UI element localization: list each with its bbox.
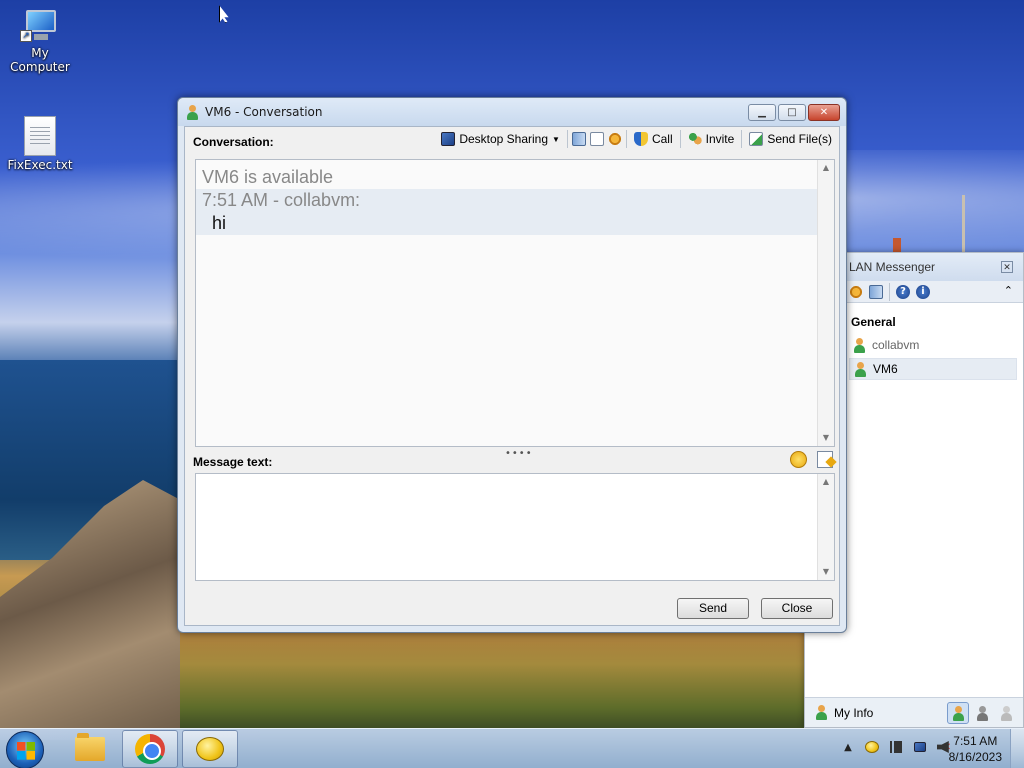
emoticon-smile-icon[interactable] — [790, 451, 807, 468]
show-hidden-icons-chevron-icon[interactable]: ▲ — [840, 739, 856, 755]
message-text-label: Message text: — [193, 455, 273, 469]
status-offline-icon — [1000, 705, 1013, 721]
taskbar: ▲ ✕ 7:51 AM 8/16/2023 — [0, 728, 1024, 768]
conversation-toolbar: Desktop Sharing ▼ Call Invite Send File(… — [438, 130, 835, 148]
close-window-button[interactable]: ✕ — [808, 104, 840, 121]
desktop-icon-label: My Computer — [10, 46, 70, 74]
message-scrollbar[interactable]: ▲ ▼ — [817, 474, 834, 580]
minimize-button[interactable]: ▁ — [748, 104, 776, 121]
conversation-history[interactable]: VM6 is available 7:51 AM - collabvm: hi … — [195, 159, 835, 447]
system-tray: ▲ ✕ — [840, 739, 952, 755]
contact-name: collabvm — [872, 338, 920, 352]
scroll-down-arrow-icon[interactable]: ▼ — [818, 430, 834, 446]
help-icon[interactable]: ? — [896, 284, 910, 299]
message-input[interactable]: ▲ ▼ — [195, 473, 835, 581]
my-info-icon — [815, 705, 828, 720]
action-center-flag-icon[interactable] — [888, 739, 904, 755]
desktop-icon-label: FixExec.txt — [7, 158, 73, 172]
call-label: Call — [651, 132, 673, 146]
contact-group-header[interactable]: General — [851, 315, 896, 329]
history-icon[interactable] — [869, 284, 883, 299]
desktop-sharing-button[interactable]: Desktop Sharing ▼ — [438, 130, 563, 148]
computer-icon: ↗ — [20, 10, 60, 44]
send-files-button[interactable]: Send File(s) — [746, 130, 835, 148]
desktop-icon-fixexec[interactable]: FixExec.txt — [0, 116, 80, 172]
taskbar-explorer[interactable] — [62, 730, 118, 768]
send-file-icon — [749, 132, 764, 146]
window-title: VM6 - Conversation — [205, 105, 323, 119]
toolbar-separator — [679, 130, 681, 148]
call-button[interactable]: Call — [631, 130, 676, 148]
message-header: 7:51 AM - collabvm: — [196, 189, 834, 212]
status-busy-button[interactable] — [971, 702, 993, 724]
chat-bubble-icon — [196, 737, 224, 761]
font-edit-icon[interactable] — [817, 451, 833, 468]
chat-scrollbar[interactable]: ▲ ▼ — [817, 160, 834, 446]
message-body: hi — [196, 212, 834, 235]
status-message: VM6 is available — [202, 167, 334, 187]
my-info-button[interactable]: My Info — [834, 706, 873, 720]
toolbar-separator — [889, 282, 890, 301]
lan-messenger-tray-icon[interactable] — [864, 739, 880, 755]
taskbar-chrome[interactable] — [122, 730, 178, 768]
clock-date: 8/16/2023 — [948, 750, 1002, 764]
app-user-icon — [186, 104, 199, 120]
invite-users-icon — [687, 132, 702, 146]
toolbar-separator — [741, 130, 743, 148]
clock[interactable]: 7:51 AM 8/16/2023 — [949, 733, 1002, 765]
history-icon[interactable] — [571, 132, 586, 146]
conversation-titlebar[interactable]: VM6 - Conversation — [178, 98, 846, 126]
user-online-icon — [853, 337, 866, 353]
lan-messenger-title: LAN Messenger — [849, 260, 936, 274]
collapse-chevron-icon[interactable]: ⌃ — [1004, 284, 1013, 297]
contact-item-vm6[interactable]: VM6 — [849, 358, 1017, 380]
invite-button[interactable]: Invite — [685, 130, 738, 148]
lan-status-bar: My Info — [805, 697, 1023, 727]
contact-name: VM6 — [873, 362, 898, 376]
desktop-icon-my-computer[interactable]: ↗ My Computer — [0, 10, 80, 74]
call-shield-icon — [633, 132, 648, 146]
save-transcript-icon[interactable] — [589, 132, 604, 146]
scroll-down-arrow-icon[interactable]: ▼ — [818, 564, 834, 580]
maximize-button[interactable]: □ — [778, 104, 806, 121]
info-icon[interactable]: i — [916, 284, 930, 299]
send-button[interactable]: Send — [677, 598, 749, 619]
dropdown-arrow-icon: ▼ — [552, 134, 560, 144]
close-button[interactable]: Close — [761, 598, 833, 619]
clock-time: 7:51 AM — [953, 734, 998, 748]
conversation-label: Conversation: — [193, 135, 274, 149]
settings-icon[interactable] — [607, 132, 622, 146]
toolbar-separator — [625, 130, 627, 148]
status-offline-button[interactable] — [995, 702, 1017, 724]
desktop-sharing-label: Desktop Sharing — [459, 132, 549, 146]
network-icon[interactable] — [912, 739, 928, 755]
taskbar-lan-messenger[interactable] — [182, 730, 238, 768]
show-desktop-button[interactable] — [1010, 729, 1024, 768]
mouse-cursor-icon — [219, 5, 229, 23]
status-selector — [947, 702, 1017, 724]
user-online-icon — [854, 361, 867, 377]
splitter-handle[interactable]: •••• — [505, 448, 533, 459]
status-busy-icon — [976, 705, 989, 721]
chrome-icon — [135, 734, 165, 764]
folder-icon — [75, 733, 105, 761]
contact-item-collabvm[interactable]: collabvm — [849, 334, 1017, 356]
text-file-icon — [24, 116, 56, 156]
window-controls: ▁ □ ✕ — [748, 104, 840, 121]
toolbar-separator — [566, 130, 568, 148]
scroll-up-arrow-icon[interactable]: ▲ — [818, 160, 834, 176]
conversation-client-area: Conversation: Desktop Sharing ▼ Call Inv… — [184, 126, 840, 626]
scroll-up-arrow-icon[interactable]: ▲ — [818, 474, 834, 490]
send-files-label: Send File(s) — [767, 132, 832, 146]
wallpaper-grass — [180, 620, 820, 730]
lan-close-icon[interactable]: ✕ — [1001, 261, 1013, 273]
wallpaper-pole — [962, 195, 965, 255]
start-button[interactable] — [6, 731, 44, 768]
invite-label: Invite — [705, 132, 735, 146]
status-online-button[interactable] — [947, 702, 969, 724]
status-online-icon — [952, 705, 965, 721]
conversation-window: VM6 - Conversation ▁ □ ✕ Conversation: D… — [177, 97, 847, 633]
desktop-sharing-icon — [441, 132, 456, 146]
add-contact-icon[interactable] — [849, 284, 863, 299]
